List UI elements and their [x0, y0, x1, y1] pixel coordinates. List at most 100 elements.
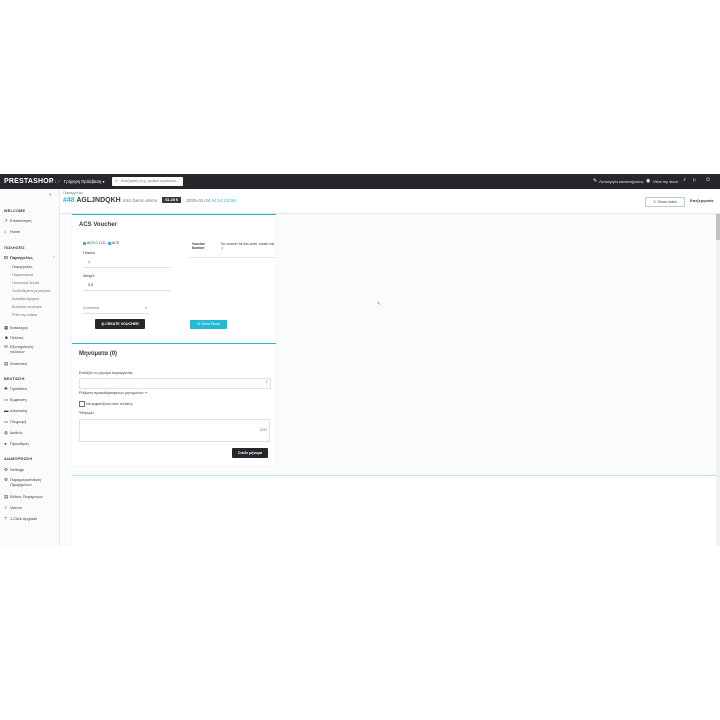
mail-icon: ✉ [197, 322, 201, 326]
version-label: 8.1.7 [51, 179, 60, 184]
send-message-button[interactable]: Στείλε μήνυμα [232, 448, 268, 458]
delivery-options: ACS C.O.D. ACS [83, 241, 119, 245]
sidebar-item-orders[interactable]: ⊡ Παραγγελίες [4, 255, 33, 261]
order-total-badge: €1.28 € [162, 197, 181, 204]
configure-messages-link[interactable]: Ρύθμιση προκαθορισμένων μηνυμάτων ↪ [79, 391, 148, 395]
sidebar-item-label: 1-Click Upgrade [10, 517, 38, 521]
voucher-table-header: Voucher Number [192, 242, 205, 251]
sidebar-item-special-params[interactable]: ▤ Ειδικές Παράμετροι [4, 494, 43, 500]
sidebar-item-customers[interactable]: ☻Πελάτες [4, 335, 24, 340]
mouse-cursor-icon: ↖ [377, 301, 382, 307]
subitem-credit-slips[interactable]: Πιστωτικά δελτία [12, 281, 39, 285]
section-sales: ΠΩΛΗΣΕΙΣ [4, 246, 25, 250]
sidebar-item-marketing[interactable]: ◂ Προώθηση [4, 441, 29, 447]
sidebar-item-label: Επισκόπηση [10, 219, 32, 223]
acs-checkbox[interactable] [107, 241, 111, 245]
weight-value: 0.5 [88, 283, 94, 287]
sidebar-item-label: Viamor [10, 506, 22, 510]
quick-access-menu[interactable]: Γρήγορη Πρόσβαση ▾ [64, 179, 105, 184]
packets-field[interactable]: 1 [83, 260, 171, 268]
sidebar-item-settings[interactable]: ⚙ Settings [4, 467, 24, 473]
sidebar-item-label: Πρόσθετα [10, 387, 27, 391]
external-link-icon: ↪ [144, 391, 148, 395]
sidebar-item-label: Στατιστικά [10, 362, 27, 366]
sidebar-item-overview[interactable]: ↗ Επισκόπηση [4, 218, 31, 224]
weight-label: Weight [83, 274, 95, 278]
chevron-up-icon: ⌃ [52, 255, 56, 260]
sidebar-item-label: Πελάτες [10, 336, 24, 340]
sidebar-item-label: Εμφάνιση [10, 398, 27, 402]
subitem-carts[interactable]: Καλάθια Αγορών [12, 297, 39, 301]
comment-placeholder: Comment [83, 306, 99, 310]
order-date: 2025-01-24 at 14:24:58 [186, 199, 236, 204]
sidebar-item-label: Κατάλογος [10, 326, 29, 330]
section-welcome: WELCOME [4, 209, 26, 213]
sidebar-item-modules[interactable]: ✚ Πρόσθετα [4, 386, 27, 392]
eye-icon: ◉ [646, 178, 651, 184]
messages-card: Μηνύματα (0) Επιλέξτε το μήνυμα παραγγελ… [72, 343, 276, 466]
acs-label: ACS [111, 241, 120, 245]
sidebar-item-upgrade[interactable]: ⇡ 1-Click Upgrade [4, 516, 37, 522]
bottom-panel [72, 475, 716, 546]
collapse-sidebar-icon[interactable]: « [49, 192, 52, 198]
sidebar-item-label: Πληρωμή [10, 420, 27, 424]
sidebar-item-international[interactable]: ◍ Διεθνές [4, 430, 23, 436]
search-input[interactable] [121, 178, 181, 184]
subitem-boxnow[interactable]: BoxNow vouchers [12, 305, 42, 309]
show-notes-label: Show notes [657, 200, 677, 204]
send-email-label: Send Email [201, 322, 220, 326]
scrollbar-thumb[interactable] [716, 214, 720, 240]
weight-field[interactable]: 0.5 [83, 283, 171, 291]
acs-voucher-title: ACS Voucher [79, 222, 117, 228]
notifications-icon[interactable]: ♪ [683, 177, 686, 183]
create-voucher-label: CREATE VOUCHER [105, 322, 139, 326]
message-textarea[interactable]: 1200 ⌟ [79, 419, 270, 442]
char-counter: 1200 [259, 428, 267, 432]
edit-order-link[interactable]: Επεξεργασία [690, 199, 714, 203]
page-scrollbar[interactable] [716, 214, 720, 546]
main-content: ACS Voucher ACS C.O.D. ACS Πακέτα 1 Weig… [60, 214, 716, 546]
sidebar-item-stats[interactable]: ▤ Στατιστικά [4, 361, 27, 367]
send-email-button[interactable]: ✉ Send Email [190, 320, 227, 329]
acs-cod-checkbox[interactable] [83, 241, 86, 245]
subitem-messages[interactable]: Συνδεδεμένα μηνύματα [12, 289, 50, 293]
display-to-customer-checkbox[interactable] [79, 401, 85, 407]
create-voucher-button[interactable]: ⎙ CREATE VOUCHER [95, 319, 145, 329]
order-date-value: 2025-01-24 [185, 199, 211, 204]
store-status-link[interactable]: Λειτουργία καταστήματος [599, 179, 644, 184]
order-number: #48 [63, 197, 75, 204]
subitem-orders[interactable]: Παραγγελίες [12, 265, 32, 269]
comment-select[interactable]: Comment ▾ [83, 306, 149, 314]
sidebar: « WELCOME ↗ Επισκόπηση ⌂ Home ΠΩΛΗΣΕΙΣ ⊡ Πα… [0, 189, 60, 546]
show-notes-button[interactable]: ✎ Show notes [645, 197, 685, 207]
sidebar-item-design[interactable]: ▭ Εμφάνιση [4, 397, 27, 403]
resize-handle-icon[interactable]: ⌟ [267, 436, 269, 441]
account-icon[interactable]: ☺ [705, 177, 711, 183]
sidebar-item-label: Παραμετροποίηση Προηγμένων [10, 478, 41, 487]
prestashop-logo[interactable]: PRESTASHOP [4, 178, 54, 185]
message-template-select[interactable]: ↕ [79, 378, 271, 389]
subitem-print-orders[interactable]: Print my orders [12, 313, 37, 317]
sidebar-item-shipping[interactable]: ▬ Αποστολή [4, 408, 27, 413]
wrench-icon: ✎ [593, 178, 598, 184]
sidebar-item-home[interactable]: ⌂ Home [4, 229, 20, 234]
configure-messages-label: Ρύθμιση προκαθορισμένων μηνυμάτων [79, 391, 144, 395]
subitem-invoices[interactable]: Παραστατικά [12, 273, 33, 277]
sidebar-item-viamor[interactable]: ✓ Viamor [4, 505, 22, 511]
sidebar-item-customer-service[interactable]: ✉ Εξυπηρέτηση πελατών [4, 344, 44, 354]
breadcrumb[interactable]: Παραγγελίες [63, 191, 83, 195]
search-icon: ⌕ [115, 178, 118, 184]
message-label: *Μήνυμα [79, 411, 94, 415]
view-store-link[interactable]: View my store [653, 179, 678, 184]
packets-label: Πακέτα [83, 251, 95, 255]
choose-message-label: Επιλέξτε το μήνυμα παραγγελίας [79, 371, 133, 375]
acs-cod-label: ACS C.O.D. [86, 241, 107, 245]
sidebar-item-label: Προώθηση [10, 442, 29, 446]
app-window: PRESTASHOP 8.1.7 Γρήγορη Πρόσβαση ▾ ⌕ ✎ … [0, 174, 720, 546]
sidebar-item-catalog[interactable]: ▦ Κατάλογος [4, 325, 28, 331]
sidebar-item-payment[interactable]: ▭ Πληρωμή [4, 419, 26, 425]
bell-icon[interactable]: ⚐ [692, 178, 696, 184]
packets-value: 1 [88, 260, 91, 264]
acs-voucher-card: ACS Voucher ACS C.O.D. ACS Πακέτα 1 Weig… [72, 214, 276, 343]
sidebar-item-advanced[interactable]: ⚙ Παραμετροποίηση Προηγμένων [4, 477, 46, 487]
